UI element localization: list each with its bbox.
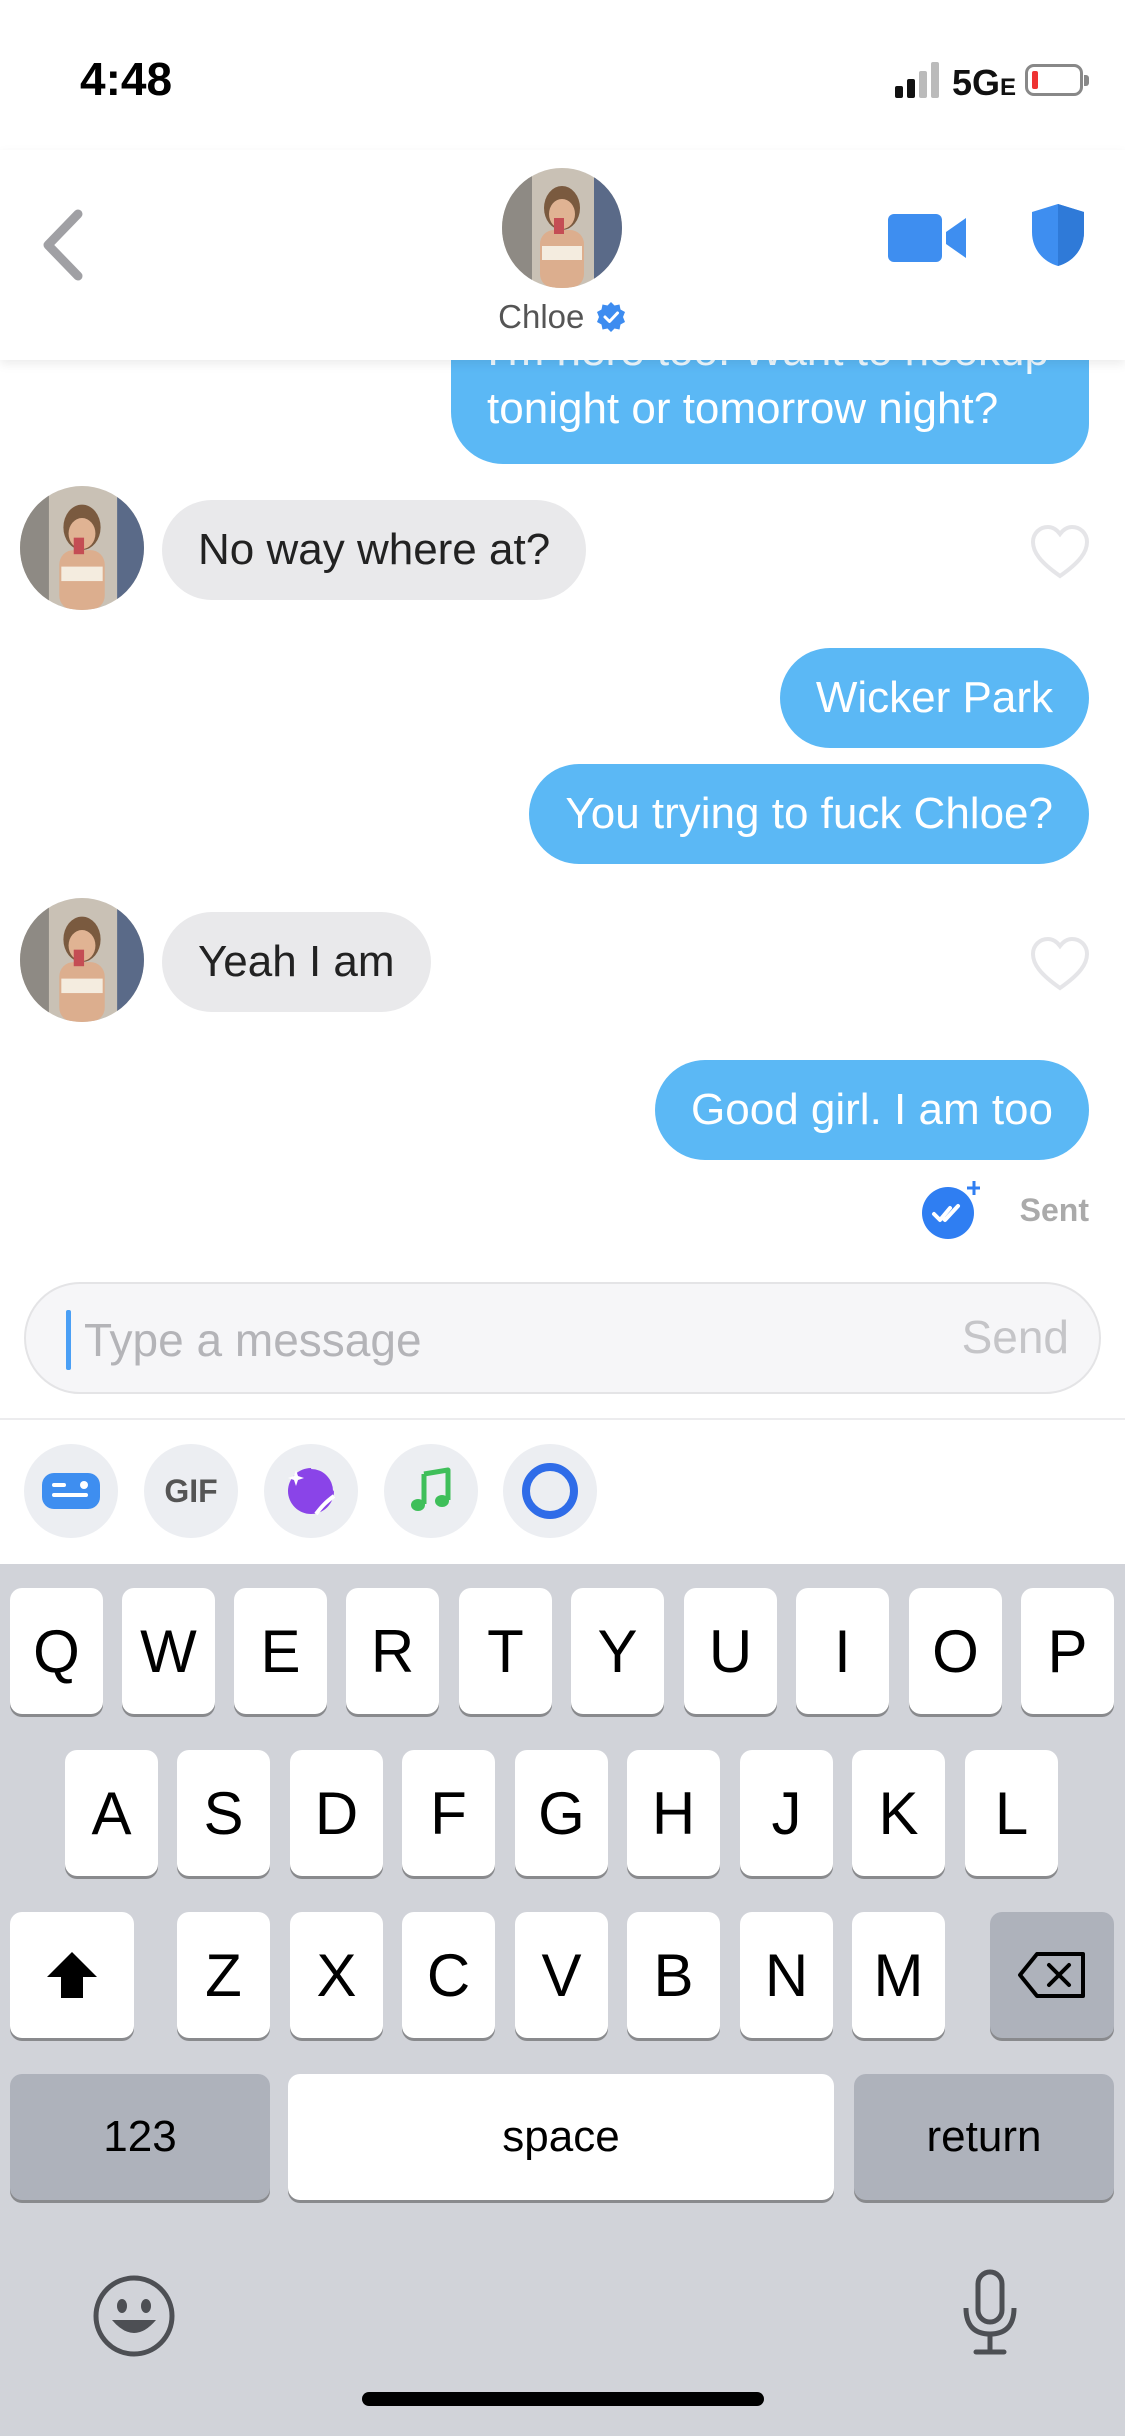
battery-low-icon	[1025, 64, 1089, 96]
outgoing-message[interactable]: You trying to fuck Chloe?	[529, 764, 1089, 864]
key-t[interactable]: T	[459, 1588, 552, 1714]
back-button[interactable]	[36, 200, 96, 290]
key-a[interactable]: A	[65, 1750, 158, 1876]
divider	[0, 1418, 1125, 1420]
like-heart-icon[interactable]	[1030, 524, 1090, 580]
message-list[interactable]: I'm here too. Want to hookup tonight or …	[0, 360, 1125, 1260]
sender-avatar[interactable]	[20, 898, 144, 1022]
shift-arrow-icon	[47, 1952, 97, 1998]
sent-label: Sent	[1019, 1191, 1089, 1228]
key-f[interactable]: F	[402, 1750, 495, 1876]
incoming-message[interactable]: No way where at?	[162, 500, 587, 600]
key-n[interactable]: N	[740, 1912, 833, 2038]
status-time: 4:48	[80, 53, 173, 105]
verified-badge-icon	[596, 302, 625, 332]
gif-button[interactable]: GIF	[144, 1444, 238, 1538]
message-text: You trying to fuck Chloe?	[565, 789, 1053, 838]
shift-key[interactable]	[10, 1912, 134, 2038]
contact-name: Chloe	[498, 298, 585, 335]
sticker-icon	[288, 1468, 336, 1516]
status-bar: 4:48 5GE	[0, 0, 1125, 150]
contact-avatar[interactable]	[502, 168, 622, 288]
key-x[interactable]: X	[290, 1912, 383, 2038]
message-input[interactable]	[84, 1306, 884, 1374]
key-e[interactable]: E	[234, 1588, 327, 1714]
key-u[interactable]: U	[684, 1588, 777, 1714]
key-s[interactable]: S	[177, 1750, 270, 1876]
numbers-key[interactable]: 123	[10, 2074, 270, 2200]
home-indicator[interactable]	[362, 2392, 764, 2406]
microphone-icon[interactable]	[958, 2268, 1022, 2358]
message-text: Wicker Park	[815, 673, 1053, 722]
send-button[interactable]: Send	[962, 1310, 1069, 1364]
key-w[interactable]: W	[122, 1588, 215, 1714]
backspace-icon	[1018, 1952, 1085, 1998]
emoji-icon[interactable]	[92, 2274, 176, 2358]
incoming-message[interactable]: Yeah I am	[162, 912, 431, 1012]
key-y[interactable]: Y	[571, 1588, 664, 1714]
key-d[interactable]: D	[290, 1750, 383, 1876]
read-receipt-plus-icon[interactable]	[921, 1181, 981, 1239]
key-z[interactable]: Z	[177, 1912, 270, 2038]
safety-shield-button[interactable]	[1030, 202, 1086, 268]
video-call-button[interactable]	[888, 210, 968, 266]
key-b[interactable]: B	[627, 1912, 720, 2038]
key-o[interactable]: O	[909, 1588, 1002, 1714]
key-g[interactable]: G	[515, 1750, 608, 1876]
network-label: 5GE	[952, 62, 1017, 103]
sent-receipt: Sent	[921, 1180, 1089, 1240]
key-k[interactable]: K	[852, 1750, 945, 1876]
key-c[interactable]: C	[402, 1912, 495, 2038]
message-text: Yeah I am	[198, 937, 395, 986]
key-h[interactable]: H	[627, 1750, 720, 1876]
key-l[interactable]: L	[965, 1750, 1058, 1876]
gif-label: GIF	[164, 1472, 218, 1509]
contact-name-row[interactable]: Chloe	[0, 298, 1125, 336]
key-m[interactable]: M	[852, 1912, 945, 2038]
message-text-partial: I'm here too. Want to hookup	[487, 360, 1049, 380]
like-heart-icon[interactable]	[1030, 936, 1090, 992]
signal-bars-icon	[895, 62, 939, 98]
space-key[interactable]: space	[288, 2074, 834, 2200]
contact-card-button[interactable]	[24, 1444, 118, 1538]
music-note-icon	[411, 1467, 451, 1511]
key-j[interactable]: J	[740, 1750, 833, 1876]
key-i[interactable]: I	[796, 1588, 889, 1714]
message-text: No way where at?	[198, 525, 551, 574]
key-p[interactable]: P	[1021, 1588, 1114, 1714]
sticker-button[interactable]	[264, 1444, 358, 1538]
delete-key[interactable]	[990, 1912, 1114, 2038]
message-text: Good girl. I am too	[691, 1085, 1053, 1134]
contact-card-icon	[42, 1473, 100, 1509]
key-r[interactable]: R	[346, 1588, 439, 1714]
outgoing-message[interactable]: Wicker Park	[779, 648, 1089, 748]
ring-icon	[522, 1463, 578, 1519]
return-key[interactable]: return	[854, 2074, 1114, 2200]
outgoing-message[interactable]: Good girl. I am too	[655, 1060, 1089, 1160]
ring-button[interactable]	[503, 1444, 597, 1538]
key-q[interactable]: Q	[10, 1588, 103, 1714]
outgoing-message[interactable]: I'm here too. Want to hookup tonight or …	[451, 360, 1089, 464]
chat-header: Chloe	[0, 150, 1125, 360]
music-button[interactable]	[384, 1444, 478, 1538]
sender-avatar[interactable]	[20, 486, 144, 610]
key-v[interactable]: V	[515, 1912, 608, 2038]
message-composer[interactable]: Send	[24, 1282, 1101, 1394]
keyboard: Q W E R T Y U I O P A S D F G H J K L Z …	[0, 1564, 1125, 2436]
text-caret	[66, 1310, 71, 1370]
message-text: tonight or tomorrow night?	[487, 384, 999, 433]
